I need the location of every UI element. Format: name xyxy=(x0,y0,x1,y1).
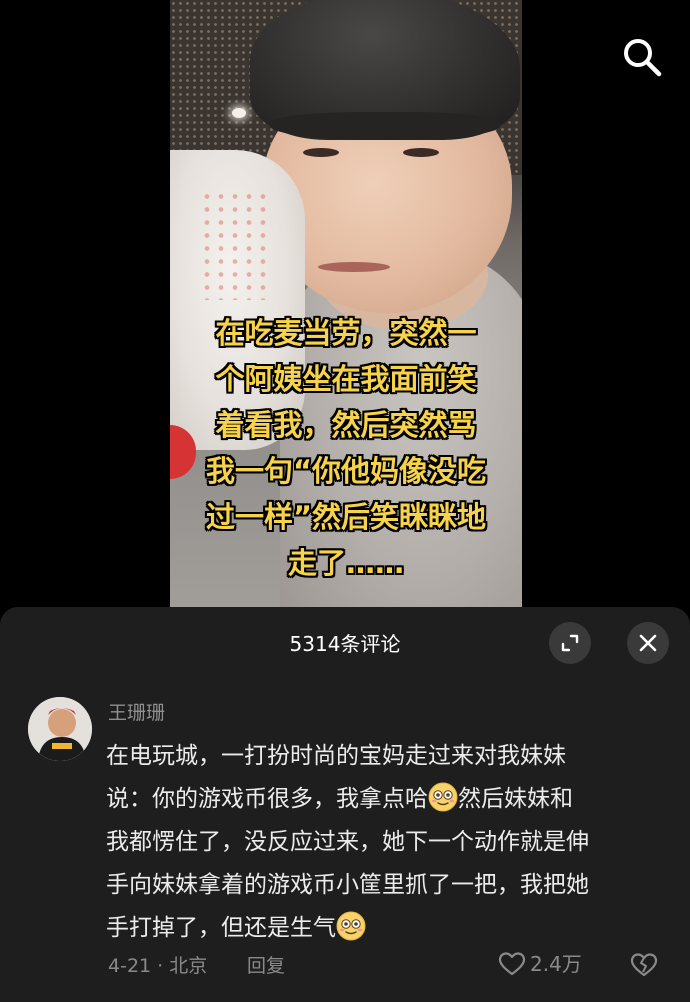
close-button[interactable] xyxy=(627,622,669,664)
comment-line-part: 手打掉了，但还是生气 xyxy=(106,915,336,941)
cup-pattern xyxy=(200,190,270,300)
video-player[interactable]: 在吃麦当劳，突然一 个阿姨坐在我面前笑 着看我，然后突然骂 我一句“你他妈像没吃… xyxy=(170,0,522,608)
close-icon xyxy=(639,634,657,652)
subtitle-line: 着看我，然后突然骂 xyxy=(215,408,477,442)
subtitle-line: 在吃麦当劳，突然一 xyxy=(215,316,477,350)
subtitle-line: 个阿姨坐在我面前笑 xyxy=(215,362,477,396)
like-button[interactable]: 2.4万 xyxy=(498,949,582,979)
reply-button[interactable]: 回复 xyxy=(247,952,285,980)
comment-date-location: 4-21 · 北京 xyxy=(108,955,208,977)
person-mouth xyxy=(318,262,390,272)
comment-line: 说：你的游戏币很多，我拿点哈 然后妹妹和 xyxy=(106,778,666,821)
comment-text: 在电玩城，一打扮时尚的宝妈走过来对我妹妹 说：你的游戏币很多，我拿点哈 然后妹妹和… xyxy=(106,735,666,950)
comment-line: 手向妹妹拿着的游戏币小筐里抓了一把，我把她 xyxy=(106,872,589,898)
comment-line: 在电玩城，一打扮时尚的宝妈走过来对我妹妹 xyxy=(106,743,566,769)
subtitle-line: 我一句“你他妈像没吃 xyxy=(205,454,487,488)
search-icon[interactable] xyxy=(621,36,663,78)
avatar[interactable] xyxy=(28,697,92,761)
broken-heart-icon xyxy=(630,953,658,977)
smiling-face-emoji xyxy=(336,911,366,941)
subtitle-line: 过一样”然后笑眯眯地 xyxy=(205,500,487,534)
person-eye-left xyxy=(303,148,339,157)
dislike-button[interactable] xyxy=(630,952,658,982)
subtitle-line: 走了…… xyxy=(287,546,404,580)
expand-button[interactable] xyxy=(549,622,591,664)
comment-line-part: 然后妹妹和 xyxy=(458,786,573,812)
comment-line: 手打掉了，但还是生气 xyxy=(106,907,666,950)
video-comment-screen: 在吃麦当劳，突然一 个阿姨坐在我面前笑 着看我，然后突然骂 我一句“你他妈像没吃… xyxy=(0,0,690,1002)
expand-icon xyxy=(561,634,579,652)
video-subtitle: 在吃麦当劳，突然一 个阿姨坐在我面前笑 着看我，然后突然骂 我一句“你他妈像没吃… xyxy=(190,310,502,586)
comment-line-part: 说：你的游戏币很多，我拿点哈 xyxy=(106,786,428,812)
comment-line: 我都愣住了，没反应过来，她下一个动作就是伸 xyxy=(106,829,589,855)
heart-icon xyxy=(498,952,526,976)
like-count: 2.4万 xyxy=(530,952,582,976)
ceiling-light xyxy=(232,108,246,118)
cap-brim xyxy=(270,112,500,140)
comment-username[interactable]: 王珊珊 xyxy=(108,699,165,727)
person-eye-right xyxy=(403,148,439,157)
smiling-face-emoji xyxy=(428,782,458,812)
comments-panel: 5314条评论 王珊珊 在电玩城，一打扮时尚的宝妈走过来对我妹妹 说：你的游戏币… xyxy=(0,607,690,1002)
